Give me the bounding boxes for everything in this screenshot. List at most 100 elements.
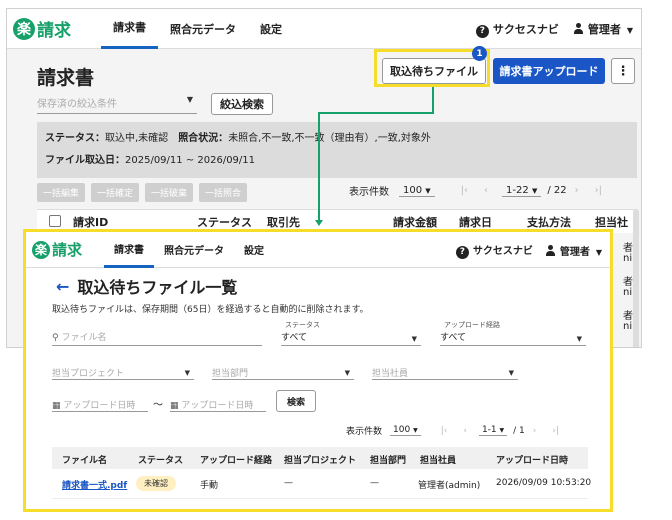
- search-button[interactable]: 検索: [276, 390, 316, 412]
- file-link[interactable]: 請求書一式.pdf: [62, 478, 127, 491]
- logo-mark: 楽: [32, 240, 50, 259]
- staff-cell: 管理者(admin): [418, 481, 481, 491]
- first-page-icon[interactable]: |‹: [461, 185, 468, 196]
- nav-item-settings[interactable]: 設定: [234, 232, 274, 268]
- first-page-icon[interactable]: |‹: [441, 426, 448, 436]
- nav-item-settings[interactable]: 設定: [248, 9, 294, 49]
- saved-filter-select[interactable]: 保存済の絞込条件 ▼: [37, 95, 197, 114]
- staff-placeholder: 担当社員: [372, 369, 409, 379]
- help-link[interactable]: ? サクセスナビ: [455, 242, 533, 259]
- back-arrow-icon[interactable]: ←: [56, 277, 69, 296]
- col-invoice-date[interactable]: 請求日: [459, 214, 492, 230]
- connector-line: [318, 112, 434, 114]
- col-amount[interactable]: 請求金額: [393, 214, 437, 230]
- nav-item-invoices[interactable]: 請求書: [101, 9, 158, 49]
- user-menu[interactable]: 管理者 ▼: [573, 21, 633, 37]
- logo-mark: 楽: [13, 17, 35, 40]
- department-placeholder: 担当部門: [212, 369, 249, 379]
- chevron-down-icon: ▼: [425, 186, 431, 195]
- chevron-down-icon: ▼: [531, 186, 538, 195]
- app-logo[interactable]: 楽 請求: [13, 16, 71, 41]
- peek-cell: 者: [623, 277, 633, 288]
- col-upload-route[interactable]: アップロード経路: [200, 453, 272, 466]
- condition-line-2: ファイル取込日：2025/09/11 ~ 2026/09/11: [45, 150, 629, 172]
- range-value: 1-1: [481, 425, 497, 435]
- vertical-scrollbar[interactable]: [633, 209, 639, 347]
- upload-date-from[interactable]: ▦ アップロード日時: [52, 398, 148, 412]
- bulk-edit-button[interactable]: 一括編集: [37, 183, 86, 202]
- col-upload-date[interactable]: アップロード日時: [496, 453, 568, 466]
- col-status[interactable]: ステータス: [197, 214, 252, 230]
- nav-item-invoices[interactable]: 請求書: [104, 232, 155, 268]
- table-row[interactable]: 請求書一式.pdf 未確認 手動 — — 管理者(admin) 2026/09/…: [52, 469, 591, 499]
- status-badge: 未確認: [136, 476, 176, 491]
- col-staff[interactable]: 担当社: [595, 214, 628, 230]
- col-department[interactable]: 担当部門: [370, 453, 406, 466]
- prev-page-icon[interactable]: ‹: [463, 426, 467, 436]
- page-total: / 1: [513, 425, 525, 436]
- file-table-header: ファイル名 ステータス アップロード経路 担当プロジェクト 担当部門 担当社員 …: [52, 447, 588, 469]
- user-icon: [573, 23, 584, 34]
- chevron-down-icon: ▼: [344, 369, 350, 377]
- upload-route-select[interactable]: アップロード経路 すべて ▼: [440, 321, 586, 346]
- route-select-label: アップロード経路: [444, 321, 500, 329]
- next-page-icon[interactable]: ›: [533, 426, 537, 436]
- modal-pager: 表示件数 100 ▼ |‹ ‹ 1-1 ▼ / 1 › ›|: [346, 424, 567, 437]
- department-select[interactable]: 担当部門 ▼: [212, 366, 354, 380]
- next-page-icon[interactable]: ›: [575, 185, 579, 196]
- help-label: サクセスナビ: [472, 245, 533, 257]
- upload-date-to[interactable]: ▦ アップロード日時: [170, 398, 266, 412]
- date-from-placeholder: アップロード日時: [63, 401, 136, 411]
- help-link[interactable]: ? サクセスナビ: [475, 21, 559, 38]
- user-icon: [545, 244, 556, 256]
- date-cond-value: 2025/09/11 ~ 2026/09/11: [125, 155, 256, 166]
- screenshot-stage: 楽 請求 請求書 照合元データ 設定 ? サクセスナビ 管理者 ▼ 請求書 取込待ち…: [0, 0, 672, 520]
- bulk-match-button[interactable]: 一括照合: [199, 183, 248, 202]
- per-page-select[interactable]: 100 ▼: [399, 185, 435, 197]
- modal-description: 取込待ちファイルは、保存期間（65日）を経過すると自動的に削除されます。: [52, 305, 369, 315]
- col-invoice-id[interactable]: 請求ID: [73, 214, 108, 230]
- file-name-search[interactable]: ⚲ ファイル名: [52, 330, 262, 346]
- more-menu-button[interactable]: ⋮: [611, 58, 635, 84]
- bulk-confirm-button[interactable]: 一括確定: [91, 183, 140, 202]
- status-cond-label: ステータス：: [45, 133, 105, 144]
- upload-invoice-button[interactable]: 請求書アップロード: [493, 58, 605, 84]
- select-all-checkbox[interactable]: [49, 215, 61, 227]
- page-title: 請求書: [37, 67, 95, 89]
- top-bar: 楽 請求 請求書 照合元データ 設定 ? サクセスナビ 管理者 ▼: [7, 9, 641, 49]
- prev-page-icon[interactable]: ‹: [484, 185, 488, 196]
- peek-cell: ni: [623, 321, 633, 332]
- date-range-separator: ～: [153, 400, 163, 411]
- col-payment-method[interactable]: 支払方法: [527, 214, 571, 230]
- col-staff[interactable]: 担当社員: [420, 453, 456, 466]
- col-file-name[interactable]: ファイル名: [62, 453, 107, 466]
- condition-line-1: ステータス：取込中,未確認 照合状況：未照合,不一致,不一致（理由有）,一致,対…: [45, 128, 629, 150]
- app-logo[interactable]: 楽 請求: [32, 239, 82, 260]
- connector-line: [318, 112, 320, 220]
- col-partner[interactable]: 取引先: [267, 214, 300, 230]
- last-page-icon[interactable]: ›|: [595, 185, 602, 196]
- status-select[interactable]: ステータス すべて ▼: [281, 321, 421, 346]
- range-select[interactable]: 1-22 ▼: [502, 185, 542, 197]
- nav-item-match-source[interactable]: 照合元データ: [154, 232, 234, 268]
- bulk-discard-button[interactable]: 一括破棄: [145, 183, 194, 202]
- chevron-down-icon: ▼: [411, 335, 417, 343]
- calendar-icon: ▦: [170, 401, 179, 411]
- col-status[interactable]: ステータス: [138, 453, 183, 466]
- connector-line: [432, 87, 434, 113]
- modal-title: 取込待ちファイル一覧: [77, 278, 238, 297]
- saved-filter-placeholder: 保存済の絞込条件: [37, 98, 117, 110]
- project-select[interactable]: 担当プロジェクト ▼: [52, 366, 194, 380]
- user-menu[interactable]: 管理者 ▼: [545, 243, 602, 258]
- nav-item-match-source[interactable]: 照合元データ: [158, 9, 248, 49]
- chevron-down-icon: ▼: [508, 369, 514, 377]
- per-page-select[interactable]: 100 ▼: [390, 425, 421, 436]
- staff-select[interactable]: 担当社員 ▼: [372, 366, 518, 380]
- last-page-icon[interactable]: ›|: [552, 426, 559, 436]
- help-icon: ?: [455, 245, 469, 259]
- filter-search-button[interactable]: 絞込検索: [211, 93, 273, 115]
- range-select[interactable]: 1-1 ▼: [478, 425, 508, 436]
- arrow-down-icon: [315, 220, 323, 226]
- department-cell: —: [370, 478, 379, 488]
- col-project[interactable]: 担当プロジェクト: [284, 453, 356, 466]
